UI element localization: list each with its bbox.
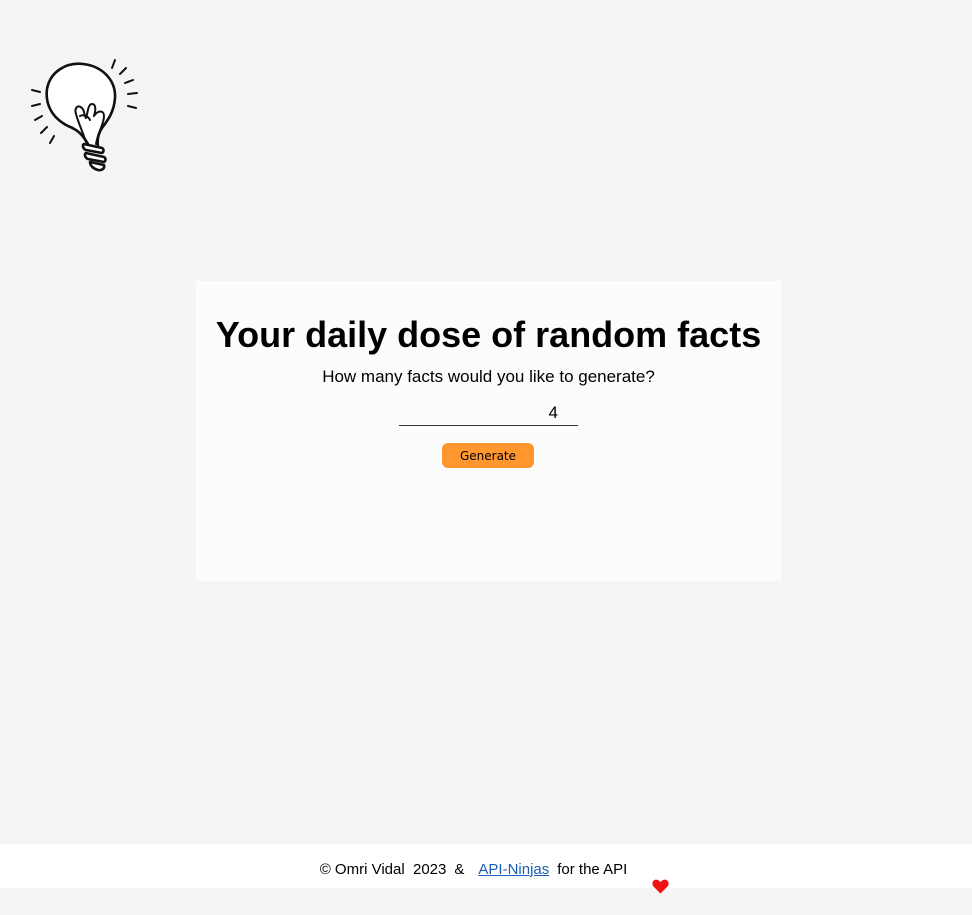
generate-button[interactable]: Generate [442, 443, 534, 468]
page-title: Your daily dose of random facts [215, 314, 762, 355]
copyright-text: © Omri Vidal 2023 [319, 860, 447, 878]
api-ninjas-link[interactable]: API-Ninjas [478, 861, 549, 878]
footer: © Omri Vidal 2023 & API-Ninjas for the A… [0, 844, 972, 893]
heart-icon [635, 862, 669, 893]
facts-card: Your daily dose of random facts How many… [196, 281, 781, 581]
footer-suffix-text: for the API [557, 860, 628, 878]
facts-count-input[interactable] [399, 402, 578, 426]
ampersand-text: & [454, 860, 465, 878]
lightbulb-logo-icon [28, 56, 144, 174]
facts-count-prompt: How many facts would you like to generat… [322, 367, 655, 386]
